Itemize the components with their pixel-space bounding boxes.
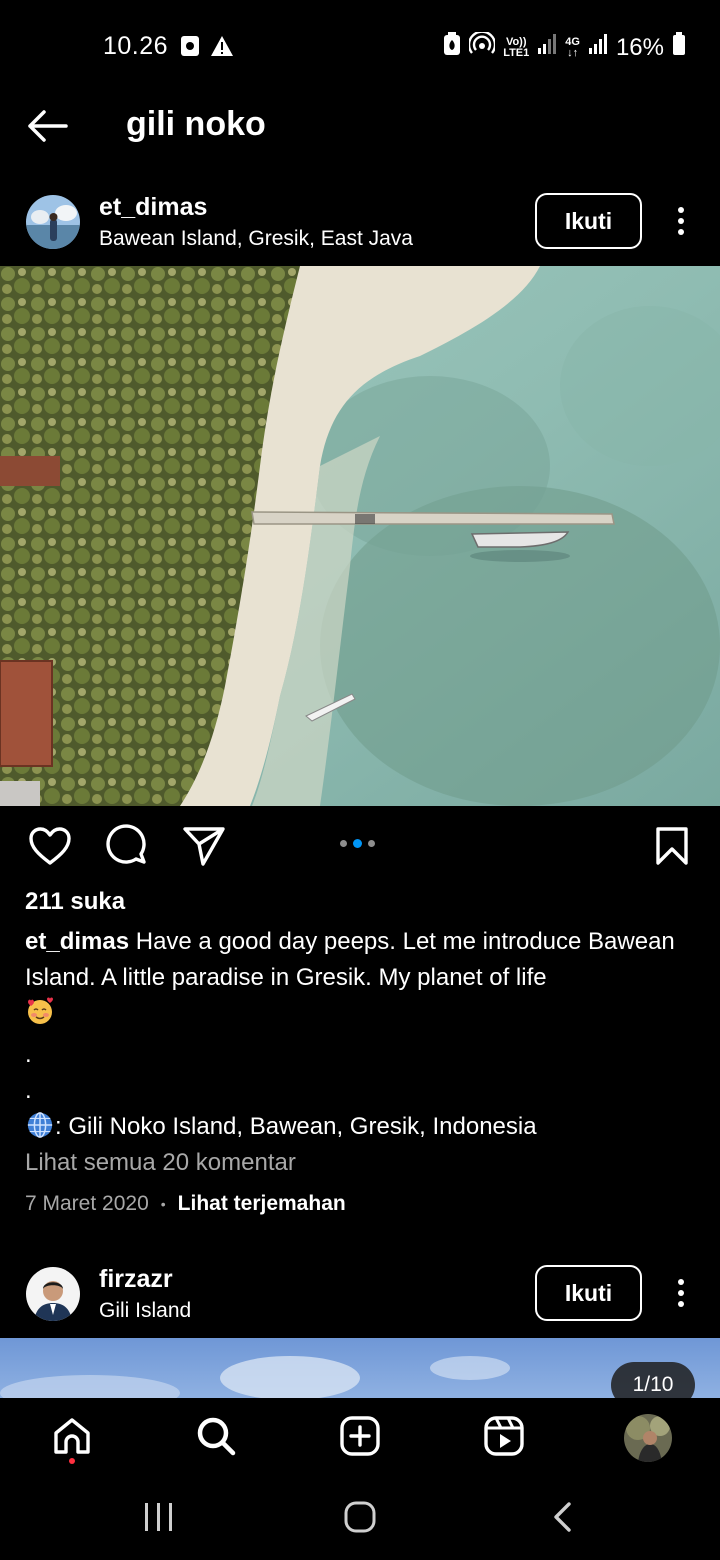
search-results-header: gili noko [0,94,720,164]
avatar[interactable] [26,1267,80,1321]
globe-emoji-icon [27,1112,53,1138]
avatar[interactable] [26,195,80,249]
network-type-indicator: 4G ↓↑ [565,35,580,59]
notification-dot [69,1458,75,1464]
battery-icon [672,32,686,63]
carousel-dot-active [353,839,362,848]
save-button[interactable] [648,824,696,872]
view-all-comments-link[interactable]: Lihat semua 20 komentar [25,1149,296,1177]
caption-dot: . [25,1041,32,1068]
recents-icon [143,1502,175,1537]
caption-dot: . [25,1077,32,1104]
more-options-button[interactable] [664,1271,698,1315]
more-options-button[interactable] [664,199,698,243]
screenshot-icon [180,35,200,62]
post-username[interactable]: firzazr [99,1265,173,1294]
battery-percent: 16% [615,33,664,61]
search-icon [195,1415,237,1462]
signal-icon [588,33,608,62]
page-title: gili noko [126,105,266,143]
battery-saver-icon [443,32,461,63]
post-meta: 7 Maret 2020 • Lihat terjemahan [25,1192,346,1216]
nav-search[interactable] [188,1410,244,1466]
back-button[interactable] [22,106,72,150]
post-date: 7 Maret 2020 [25,1192,149,1215]
like-count[interactable]: 211 suka [25,888,125,916]
system-back-button[interactable] [532,1496,592,1542]
translate-link[interactable]: Lihat terjemahan [178,1192,346,1216]
home-icon [51,1415,93,1462]
smiling-hearts-emoji-icon [28,997,53,1024]
follow-button[interactable]: Ikuti [535,1265,642,1321]
nav-create[interactable] [332,1410,388,1466]
volte-indicator: Vo)) LTE1 [503,35,530,59]
post-location[interactable]: Gili Island [99,1299,191,1323]
share-button[interactable] [180,824,228,872]
comment-icon [106,823,150,873]
more-vertical-icon [678,1279,684,1307]
follow-button[interactable]: Ikuti [535,193,642,249]
more-vertical-icon [678,207,684,235]
arrow-left-icon [26,109,68,148]
status-time: 10.26 [103,32,169,60]
like-button[interactable] [26,824,74,872]
nav-reels[interactable] [476,1410,532,1466]
carousel-indicator [340,839,375,848]
heart-icon [28,826,72,871]
post-username[interactable]: et_dimas [99,193,207,222]
hotspot-icon [467,30,497,63]
meta-separator: • [160,1196,166,1212]
profile-avatar [624,1414,672,1462]
system-navigation [0,1478,720,1560]
home-circle-icon [343,1500,377,1539]
home-button[interactable] [330,1496,390,1542]
warning-icon [210,35,234,62]
caption-username[interactable]: et_dimas [25,928,129,955]
caption-location: : Gili Noko Island, Bawean, Gresik, Indo… [55,1113,537,1140]
status-bar: 10.26 Vo)) LTE1 4G ↓↑ 16% [0,0,720,94]
back-icon [551,1501,573,1538]
post-header: firzazr Gili Island Ikuti [0,1265,720,1343]
post-actions [0,820,720,876]
caption-emoji: 🥰 [25,996,695,1037]
carousel-dot [368,840,375,847]
post-location[interactable]: Bawean Island, Gresik, East Java [99,227,413,251]
post-header: et_dimas Bawean Island, Gresik, East Jav… [0,193,720,271]
post-caption: et_dimas Have a good day peeps. Let me i… [25,924,695,1145]
comment-button[interactable] [104,823,152,873]
bottom-navigation [0,1398,720,1478]
post-photo[interactable] [0,266,720,806]
send-icon [182,825,226,872]
reels-icon [483,1415,525,1462]
nav-profile[interactable] [620,1410,676,1466]
signal-icon [537,33,557,62]
bookmark-icon [654,826,690,871]
create-icon [339,1415,381,1462]
carousel-dot [340,840,347,847]
recents-button[interactable] [129,1496,189,1542]
